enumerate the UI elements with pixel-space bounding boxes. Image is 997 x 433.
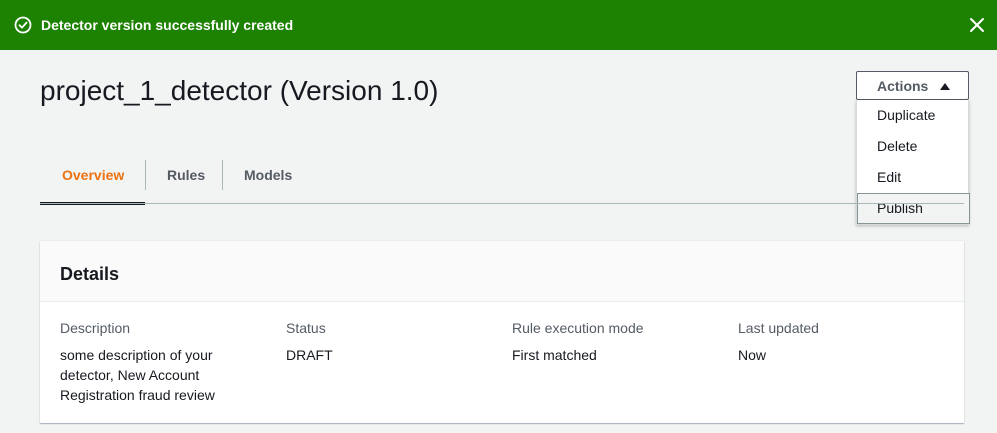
- check-circle-icon: [14, 16, 32, 34]
- field-value: DRAFT: [286, 347, 333, 363]
- tab-rules[interactable]: Rules: [146, 155, 222, 203]
- field-value: First matched: [512, 347, 597, 363]
- field-label: Description: [60, 320, 131, 336]
- actions-button[interactable]: Actions: [856, 71, 969, 100]
- success-flash-banner: Detector version successfully created: [0, 0, 997, 50]
- details-panel: Details Description some description of …: [40, 241, 964, 423]
- field-value: Now: [738, 347, 767, 363]
- tab-overview[interactable]: Overview: [40, 155, 145, 205]
- field-label: Last updated: [738, 320, 819, 336]
- field-rule-execution-mode: Rule execution mode First matched: [512, 320, 712, 365]
- detector-tabs: Overview Rules Models: [40, 155, 964, 205]
- details-header: Details: [40, 241, 964, 302]
- field-label: Rule execution mode: [512, 320, 644, 336]
- flash-message: Detector version successfully created: [41, 17, 294, 33]
- field-status: Status DRAFT: [286, 320, 486, 365]
- field-description: Description some description of your det…: [60, 320, 240, 405]
- page-title: project_1_detector (Version 1.0): [40, 75, 439, 106]
- caret-up-icon: [940, 83, 950, 90]
- actions-button-label: Actions: [877, 78, 929, 94]
- close-icon[interactable]: [967, 15, 987, 35]
- field-last-updated: Last updated Now: [738, 320, 938, 365]
- tab-models[interactable]: Models: [223, 155, 323, 203]
- tabs-baseline: [40, 203, 964, 204]
- field-label: Status: [286, 320, 326, 336]
- details-title: Details: [60, 264, 120, 284]
- menu-item-duplicate[interactable]: Duplicate: [857, 100, 970, 131]
- field-value: some description of your detector, New A…: [60, 347, 215, 403]
